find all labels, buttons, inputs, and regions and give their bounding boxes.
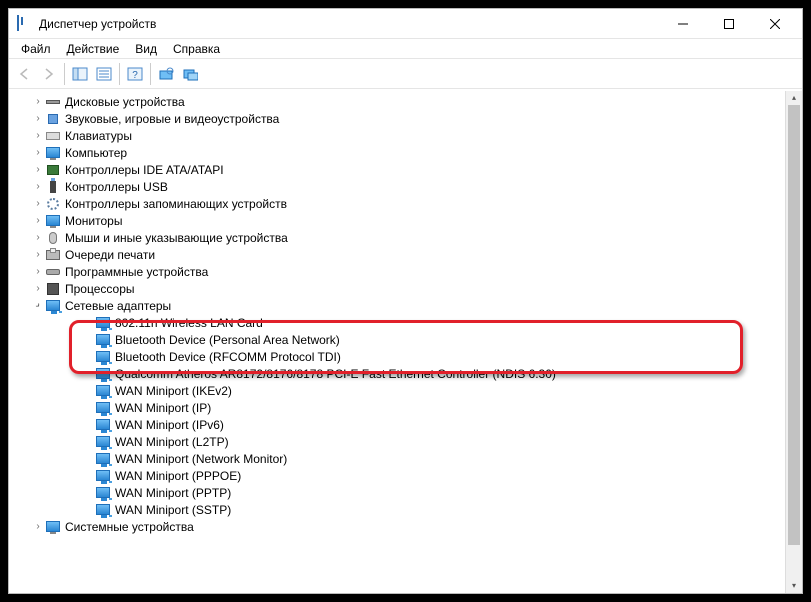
- device-tree[interactable]: ›Дисковые устройства ›Звуковые, игровые …: [9, 89, 802, 593]
- monitor-icon: [45, 145, 61, 161]
- category-usb[interactable]: ›Контроллеры USB: [11, 178, 800, 195]
- chevron-right-icon[interactable]: ›: [31, 198, 45, 209]
- chevron-right-icon[interactable]: ›: [31, 96, 45, 107]
- device-wan-pptp[interactable]: WAN Miniport (PPTP): [11, 484, 800, 501]
- category-computer[interactable]: ›Компьютер: [11, 144, 800, 161]
- toolbar-properties-button[interactable]: [92, 62, 116, 86]
- network-icon: [95, 417, 111, 433]
- chevron-right-icon[interactable]: ›: [31, 130, 45, 141]
- toolbar-separator: [150, 63, 151, 85]
- maximize-button[interactable]: [706, 9, 752, 39]
- category-mice[interactable]: ›Мыши и иные указывающие устройства: [11, 229, 800, 246]
- keyboard-icon: [45, 128, 61, 144]
- toolbar-devices-button[interactable]: [178, 62, 202, 86]
- toolbar-forward-button[interactable]: [37, 62, 61, 86]
- monitor-icon: [45, 213, 61, 229]
- window-controls: [660, 9, 798, 39]
- category-keyboards[interactable]: ›Клавиатуры: [11, 127, 800, 144]
- category-processors[interactable]: ›Процессоры: [11, 280, 800, 297]
- window-title: Диспетчер устройств: [39, 17, 660, 31]
- chevron-right-icon[interactable]: ›: [31, 232, 45, 243]
- toolbar-show-hide-button[interactable]: [68, 62, 92, 86]
- device-manager-window: Диспетчер устройств Файл Действие Вид Сп…: [8, 8, 803, 594]
- chevron-right-icon[interactable]: ›: [31, 266, 45, 277]
- vertical-scrollbar[interactable]: ▴ ▾: [785, 91, 802, 593]
- toolbar-separator: [64, 63, 65, 85]
- category-network-adapters[interactable]: ›Сетевые адаптеры: [11, 297, 800, 314]
- audio-icon: [45, 111, 61, 127]
- device-wan-pppoe[interactable]: WAN Miniport (PPPOE): [11, 467, 800, 484]
- minimize-button[interactable]: [660, 9, 706, 39]
- menu-help[interactable]: Справка: [165, 41, 228, 57]
- scroll-down-arrow-icon[interactable]: ▾: [786, 579, 802, 593]
- network-icon: [95, 434, 111, 450]
- toolbar-separator: [119, 63, 120, 85]
- device-wan-ikev2[interactable]: WAN Miniport (IKEv2): [11, 382, 800, 399]
- device-bluetooth-pan[interactable]: Bluetooth Device (Personal Area Network): [11, 331, 800, 348]
- chevron-right-icon[interactable]: ›: [31, 249, 45, 260]
- network-icon: [95, 349, 111, 365]
- gear-icon: [45, 196, 61, 212]
- chevron-right-icon[interactable]: ›: [31, 521, 45, 532]
- device-wireless-lan[interactable]: 802.11n Wireless LAN Card: [11, 314, 800, 331]
- menu-view[interactable]: Вид: [127, 41, 165, 57]
- scroll-up-arrow-icon[interactable]: ▴: [786, 91, 802, 105]
- category-system-devices[interactable]: ›Системные устройства: [11, 518, 800, 535]
- network-icon: [95, 332, 111, 348]
- device-bluetooth-rfcomm[interactable]: Bluetooth Device (RFCOMM Protocol TDI): [11, 348, 800, 365]
- network-icon: [95, 451, 111, 467]
- chevron-right-icon[interactable]: ›: [31, 147, 45, 158]
- network-icon: [95, 383, 111, 399]
- titlebar: Диспетчер устройств: [9, 9, 802, 39]
- printer-icon: [45, 247, 61, 263]
- chevron-right-icon[interactable]: ›: [31, 283, 45, 294]
- device-wan-ip[interactable]: WAN Miniport (IP): [11, 399, 800, 416]
- device-wan-l2tp[interactable]: WAN Miniport (L2TP): [11, 433, 800, 450]
- disk-icon: [45, 94, 61, 110]
- menubar: Файл Действие Вид Справка: [9, 39, 802, 59]
- hid-icon: [45, 264, 61, 280]
- category-monitors[interactable]: ›Мониторы: [11, 212, 800, 229]
- menu-file[interactable]: Файл: [13, 41, 59, 57]
- menu-action[interactable]: Действие: [59, 41, 128, 57]
- device-wan-netmon[interactable]: WAN Miniport (Network Monitor): [11, 450, 800, 467]
- close-button[interactable]: [752, 9, 798, 39]
- cpu-icon: [45, 281, 61, 297]
- category-audio[interactable]: ›Звуковые, игровые и видеоустройства: [11, 110, 800, 127]
- toolbar: ?: [9, 59, 802, 89]
- app-icon: [17, 16, 33, 32]
- network-icon: [95, 366, 111, 382]
- device-atheros-ethernet[interactable]: Qualcomm Atheros AR8172/8176/8178 PCI-E …: [11, 365, 800, 382]
- chevron-right-icon[interactable]: ›: [31, 164, 45, 175]
- svg-text:?: ?: [132, 70, 138, 81]
- network-icon: [95, 502, 111, 518]
- category-disk-drives[interactable]: ›Дисковые устройства: [11, 93, 800, 110]
- category-print-queues[interactable]: ›Очереди печати: [11, 246, 800, 263]
- network-icon: [95, 468, 111, 484]
- mouse-icon: [45, 230, 61, 246]
- category-storage[interactable]: ›Контроллеры запоминающих устройств: [11, 195, 800, 212]
- chevron-right-icon[interactable]: ›: [31, 181, 45, 192]
- toolbar-back-button[interactable]: [13, 62, 37, 86]
- chevron-right-icon[interactable]: ›: [31, 215, 45, 226]
- network-icon: [95, 485, 111, 501]
- network-icon: [95, 400, 111, 416]
- chevron-right-icon[interactable]: ›: [31, 113, 45, 124]
- network-icon: [45, 298, 61, 314]
- network-icon: [95, 315, 111, 331]
- device-wan-ipv6[interactable]: WAN Miniport (IPv6): [11, 416, 800, 433]
- device-wan-sstp[interactable]: WAN Miniport (SSTP): [11, 501, 800, 518]
- toolbar-help-button[interactable]: ?: [123, 62, 147, 86]
- chip-icon: [45, 162, 61, 178]
- toolbar-scan-button[interactable]: [154, 62, 178, 86]
- monitor-icon: [45, 519, 61, 535]
- usb-icon: [45, 179, 61, 195]
- category-software-devices[interactable]: ›Программные устройства: [11, 263, 800, 280]
- category-ide[interactable]: ›Контроллеры IDE ATA/ATAPI: [11, 161, 800, 178]
- scrollbar-thumb[interactable]: [788, 105, 800, 545]
